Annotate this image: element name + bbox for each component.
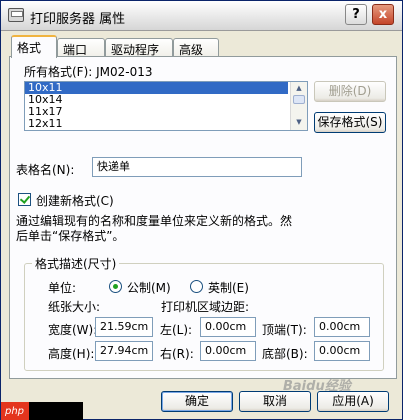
right-margin-label: 右(R): [160,347,194,361]
close-button[interactable]: x [372,4,394,25]
right-margin-field[interactable]: 0.00cm [200,341,256,361]
scroll-thumb[interactable] [293,95,305,104]
width-label: 宽度(W): [48,323,98,337]
window-title: 打印服务器 属性 [30,12,126,27]
list-item[interactable]: 11x17 [25,106,288,118]
unit-english-label: 英制(E) [208,281,249,295]
height-field[interactable]: 27.94cm [95,341,153,361]
save-format-button[interactable]: 保存格式(S) [314,112,386,133]
baidu-watermark: Baidu经验 [283,379,351,394]
tab-strip: 格式 端口 驱动程序 高级 [9,35,399,58]
scroll-down-icon[interactable]: ▼ [291,116,307,129]
ok-button[interactable]: 确定 [161,391,233,412]
help-button[interactable]: ? [345,4,367,25]
tab-formats[interactable]: 格式 [11,35,57,58]
top-margin-field[interactable]: 0.00cm [314,317,370,337]
form-name-label: 表格名(N): [16,163,75,177]
unit-metric-label: 公制(M) [127,281,171,295]
php-logo-text: php [1,402,29,420]
unit-label: 单位: [48,281,77,295]
printer-icon [8,8,24,22]
unit-metric-radio[interactable] [109,280,122,293]
delete-button[interactable]: 删除(D) [314,81,386,102]
formats-panel: 所有格式(F): JM02-013 10x11 10x14 11x17 12x1… [9,56,397,379]
formats-listbox[interactable]: 10x11 10x14 11x17 12x11 ▲ ▼ [24,81,308,131]
bottom-margin-label: 底部(B): [262,347,308,361]
height-label: 高度(H): [48,347,95,361]
list-item[interactable]: 10x11 [25,82,288,94]
unit-english-radio[interactable] [190,280,203,293]
tab-ports[interactable]: 端口 [57,38,105,57]
left-margin-label: 左(L): [160,323,193,337]
all-formats-label: 所有格式(F): JM02-013 [24,65,153,79]
create-new-format-label: 创建新格式(C) [36,194,114,208]
tab-drivers[interactable]: 驱动程序 [105,38,173,57]
top-margin-label: 顶端(T): [262,323,307,337]
printer-server-properties-dialog: 打印服务器 属性 ? x 格式 端口 驱动程序 高级 所有格式(F): JM02… [0,0,403,420]
list-item[interactable]: 10x14 [25,94,288,106]
apply-button[interactable]: 应用(A) [317,391,389,412]
format-description-title: 格式描述(尺寸) [32,255,120,272]
left-margin-field[interactable]: 0.00cm [200,317,256,337]
listbox-scrollbar[interactable]: ▲ ▼ [290,82,307,130]
printer-area-margins-label: 打印机区域边距: [161,300,250,314]
bottom-margin-field[interactable]: 0.00cm [314,341,370,361]
instructions-line-2: 后单击“保存格式”。 [16,229,125,243]
scroll-up-icon[interactable]: ▲ [291,82,307,95]
width-field[interactable]: 21.59cm [95,317,153,337]
form-name-field[interactable]: 快递单 [92,157,302,177]
paper-size-label: 纸张大小: [48,300,101,314]
create-new-format-checkbox[interactable] [18,193,31,206]
cancel-button[interactable]: 取消 [239,391,311,412]
list-item[interactable]: 12x11 [25,118,288,130]
php-logo-badge: php [1,402,83,420]
title-bar: 打印服务器 属性 ? x [1,1,402,31]
tab-advanced[interactable]: 高级 [173,38,219,57]
